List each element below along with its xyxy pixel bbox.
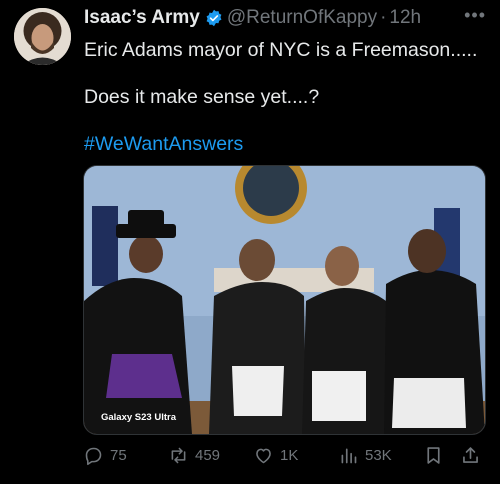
tweet-text: Eric Adams mayor of NYC is a Freemason..…	[84, 38, 484, 156]
bookmark-icon	[427, 446, 440, 464]
photo-image	[84, 166, 485, 434]
action-bar: 75 459 1K 53K	[83, 443, 484, 467]
like-button[interactable]: 1K	[253, 443, 298, 467]
author-name[interactable]: Isaac’s Army	[84, 7, 200, 29]
views-icon	[341, 448, 357, 463]
share-icon	[463, 446, 478, 463]
hashtag-link[interactable]: #WeWantAnswers	[84, 132, 484, 156]
tweet-header: Isaac’s Army @ReturnOfKappy · 12h •••	[84, 5, 486, 29]
tweet-photo[interactable]	[83, 165, 486, 435]
tweet-text-line: Does it make sense yet....?	[84, 86, 320, 108]
author-handle[interactable]: @ReturnOfKappy	[227, 7, 377, 29]
avatar-image	[14, 8, 71, 65]
timestamp[interactable]: 12h	[389, 7, 421, 29]
avatar[interactable]	[14, 8, 71, 65]
like-icon	[256, 448, 271, 463]
separator-dot: ·	[380, 7, 387, 28]
like-count: 1K	[280, 446, 299, 464]
reply-count: 75	[110, 446, 127, 464]
more-horizontal-icon[interactable]: •••	[464, 5, 486, 26]
bookmark-button[interactable]	[423, 443, 450, 467]
views-button[interactable]: 53K	[338, 443, 392, 467]
retweet-count: 459	[195, 446, 221, 464]
retweet-icon	[171, 447, 186, 463]
photo-watermark: Galaxy S23 Ultra	[101, 412, 176, 423]
views-count: 53K	[365, 446, 392, 464]
verified-badge-icon	[205, 9, 223, 27]
reply-button[interactable]: 75	[83, 443, 127, 467]
retweet-button[interactable]: 459	[168, 443, 220, 467]
tweet-text-line: Eric Adams mayor of NYC is a Freemason..…	[84, 39, 478, 61]
share-button[interactable]	[460, 443, 487, 467]
reply-icon	[85, 447, 102, 465]
